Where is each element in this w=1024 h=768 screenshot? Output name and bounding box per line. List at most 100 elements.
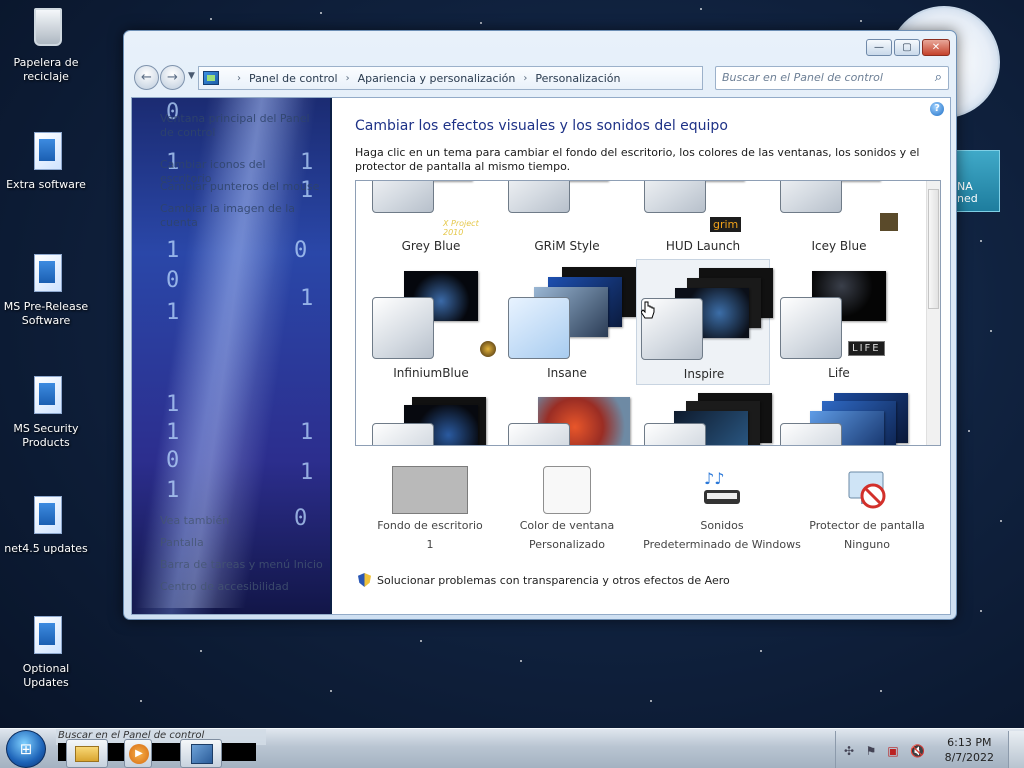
setting-label: Fondo de escritorio: [377, 519, 483, 532]
link-taskbar-start[interactable]: Barra de tareas y menú Inicio: [160, 558, 323, 571]
search-icon[interactable]: ⌕: [935, 67, 942, 89]
theme-life[interactable]: LIFE Life: [772, 259, 906, 385]
network-error-icon[interactable]: ▣: [886, 744, 900, 758]
see-also-heading: Vea también: [160, 514, 230, 527]
recycle-bin-icon: [26, 6, 66, 52]
close-button[interactable]: ✕: [922, 39, 950, 56]
desktop-icon-extra-software[interactable]: Extra software: [0, 128, 92, 192]
folder-icon: [26, 128, 66, 174]
no-screensaver-icon: [843, 466, 891, 514]
history-dropdown-icon[interactable]: ▼: [188, 71, 195, 81]
desktop-icon-label: Papelera de reciclaje: [13, 56, 79, 83]
media-player-icon: ▶: [129, 744, 149, 764]
link-ease-of-access[interactable]: Centro de accesibilidad: [160, 580, 289, 593]
theme-badge-icon: [480, 341, 496, 357]
folder-icon: [26, 492, 66, 538]
sounds-icon: ♪♪: [698, 466, 746, 514]
theme-grim-style[interactable]: GRiM Style: [500, 181, 634, 253]
screen-saver-setting[interactable]: Protector de pantalla Ninguno: [792, 466, 942, 566]
sounds-setting[interactable]: ♪♪ Sonidos Predeterminado de Windows: [636, 466, 808, 566]
navigation-bar: ← → ▼ › Panel de control › Apariencia y …: [132, 62, 950, 94]
aero-troubleshoot-link[interactable]: Solucionar problemas con transparencia y…: [358, 573, 730, 587]
start-button[interactable]: ⊞: [6, 730, 46, 768]
theme-row3-2[interactable]: [500, 391, 634, 445]
show-desktop-button[interactable]: [1008, 731, 1024, 768]
forward-button[interactable]: →: [160, 65, 185, 90]
control-panel-icon: [191, 744, 213, 764]
minimize-button[interactable]: —: [866, 39, 892, 56]
window-color-swatch: [543, 466, 591, 514]
setting-value: 1: [426, 538, 434, 551]
theme-inspire[interactable]: Inspire: [636, 259, 773, 385]
theme-name: Insane: [547, 366, 587, 380]
theme-infiniumblue[interactable]: InfiniumBlue: [364, 259, 498, 385]
folder-icon: [26, 612, 66, 658]
theme-hud-launch[interactable]: grim HUD Launch: [636, 181, 770, 253]
chevron-right-icon[interactable]: ›: [346, 73, 350, 84]
desktop-icon-net45-updates[interactable]: net4.5 updates: [0, 492, 92, 556]
shield-icon: [358, 573, 371, 587]
theme-gallery-scrollbar[interactable]: [926, 181, 940, 445]
theme-icey-blue[interactable]: Icey Blue: [772, 181, 906, 253]
desktop-background-setting[interactable]: Fondo de escritorio 1: [355, 466, 505, 566]
desktop-icon-label: Optional Updates: [22, 662, 70, 689]
address-bar[interactable]: › Panel de control › Apariencia y person…: [198, 66, 758, 90]
desktop-icon-ms-security[interactable]: MS Security Products: [0, 372, 92, 450]
back-button[interactable]: ←: [134, 65, 159, 90]
theme-badge: grim: [710, 217, 742, 232]
chevron-right-icon[interactable]: ›: [523, 73, 527, 84]
folder-icon: [26, 372, 66, 418]
setting-value: Predeterminado de Windows: [643, 538, 801, 551]
breadcrumb-personalization[interactable]: Personalización: [535, 72, 620, 85]
desktop-icon-optional-updates[interactable]: Optional Updates: [0, 612, 92, 690]
chevron-right-icon[interactable]: ›: [237, 73, 241, 84]
folder-icon: [26, 250, 66, 296]
clock-date: 8/7/2022: [944, 751, 994, 764]
search-input[interactable]: Buscar en el Panel de control ⌕: [715, 66, 949, 90]
control-panel-taskbar-button[interactable]: [180, 739, 222, 768]
taskbar: ⊞ Buscar en el Panel de control ▶ ✣ ⚑ ▣ …: [0, 728, 1024, 768]
link-display[interactable]: Pantalla: [160, 536, 204, 549]
link-control-panel-home[interactable]: Ventana principal del Panel de control: [160, 112, 320, 140]
help-icon[interactable]: ?: [930, 102, 944, 116]
theme-row3-4[interactable]: [772, 391, 908, 445]
window-color-setting[interactable]: Color de ventana Personalizado: [492, 466, 642, 566]
scrollbar-thumb[interactable]: [928, 189, 939, 309]
theme-name: Grey Blue: [401, 239, 461, 253]
flag-icon[interactable]: ⚑: [864, 744, 878, 758]
taskbar-clock[interactable]: 6:13 PM 8/7/2022: [945, 735, 994, 765]
system-tray: ✣ ⚑ ▣ 🔇 6:13 PM 8/7/2022: [835, 731, 1024, 768]
setting-label: Protector de pantalla: [809, 519, 925, 532]
theme-badge: LIFE: [848, 341, 885, 356]
maximize-button[interactable]: ▢: [894, 39, 920, 56]
breadcrumb-control-panel[interactable]: Panel de control: [249, 72, 338, 85]
theme-badge: X Project 2010: [443, 219, 479, 237]
weather-gadget[interactable]: NA ned: [954, 150, 1000, 212]
desktop-icon-recycle-bin[interactable]: Papelera de reciclaje: [0, 6, 92, 84]
volume-muted-icon[interactable]: 🔇: [910, 744, 925, 758]
media-player-taskbar-button[interactable]: ▶: [124, 739, 152, 768]
explorer-taskbar-button[interactable]: [66, 739, 108, 768]
theme-insane[interactable]: Insane: [500, 259, 636, 385]
control-panel-icon: [203, 71, 219, 85]
theme-grey-blue[interactable]: X Project 2010 Grey Blue: [364, 181, 498, 253]
wallpaper-swatch: [392, 466, 468, 514]
theme-name: Inspire: [683, 367, 725, 381]
desktop-icon-ms-prerelease[interactable]: MS Pre-Release Software: [0, 250, 92, 328]
theme-name: InfiniumBlue: [393, 366, 469, 380]
desktop-icon-label: MS Security Products: [13, 422, 79, 449]
theme-name: Life: [828, 366, 850, 380]
network-icon[interactable]: ✣: [842, 744, 856, 758]
search-placeholder: Buscar en el Panel de control: [722, 71, 883, 84]
theme-row3-1[interactable]: [364, 391, 498, 445]
hand-cursor-icon: [640, 301, 655, 321]
aero-link-label: Solucionar problemas con transparencia y…: [377, 573, 730, 587]
window-controls: — ▢ ✕: [866, 39, 950, 56]
setting-label: Color de ventana: [519, 519, 615, 532]
setting-value: Personalizado: [528, 538, 606, 551]
desktop-icon-label: Extra software: [6, 178, 86, 191]
breadcrumb-appearance[interactable]: Apariencia y personalización: [358, 72, 516, 85]
link-mouse-pointers[interactable]: Cambiar punteros del mouse: [160, 180, 320, 194]
link-account-picture[interactable]: Cambiar la imagen de la cuenta: [160, 202, 320, 230]
theme-row3-3[interactable]: [636, 391, 772, 445]
